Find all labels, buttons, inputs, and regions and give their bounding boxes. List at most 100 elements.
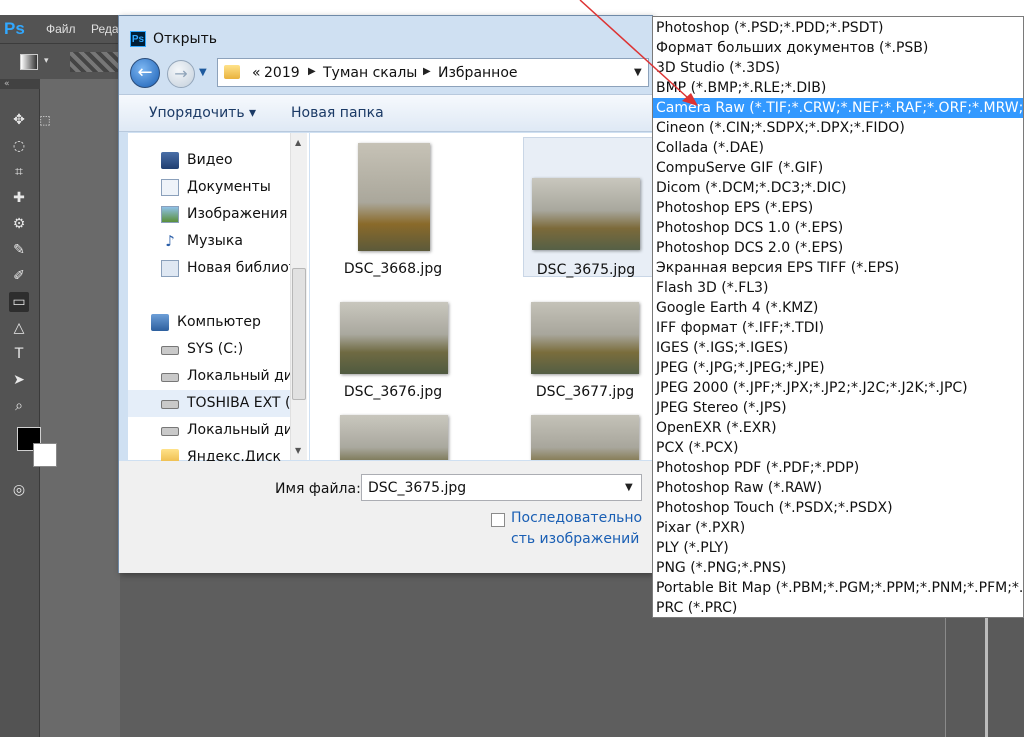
arrow-right-icon: → — [174, 64, 188, 83]
move-tool-icon[interactable]: ✥ — [9, 110, 29, 130]
file-thumbnail[interactable]: DSC_3668.jpg — [313, 137, 473, 277]
pictures-icon — [161, 206, 179, 223]
format-option[interactable]: Photoshop Raw (*.RAW) — [653, 478, 1023, 498]
format-option[interactable]: JPEG (*.JPG;*.JPEG;*.JPE) — [653, 358, 1023, 378]
format-option[interactable]: BMP (*.BMP;*.RLE;*.DIB) — [653, 78, 1023, 98]
computer-icon — [151, 314, 169, 331]
format-option[interactable]: Photoshop DCS 1.0 (*.EPS) — [653, 218, 1023, 238]
brush-tool-icon[interactable]: ✎ — [9, 240, 29, 260]
recent-locations-dropdown[interactable]: ▼ — [199, 67, 207, 78]
image-sequence-label[interactable]: сть изображений — [511, 531, 639, 547]
scroll-up-icon[interactable]: ▲ — [295, 138, 301, 147]
format-option[interactable]: Collada (*.DAE) — [653, 138, 1023, 158]
format-option[interactable]: JPEG 2000 (*.JPF;*.JPX;*.JP2;*.J2C;*.J2K… — [653, 378, 1023, 398]
ps-right-panel — [945, 618, 1024, 737]
format-option[interactable]: Cineon (*.CIN;*.SDPX;*.DPX;*.FIDO) — [653, 118, 1023, 138]
format-option[interactable]: PCX (*.PCX) — [653, 438, 1023, 458]
ps-toolbar: « ✥ ◌ ⌗ ✚ ⚙ ✎ ✐ ▭ △ T ➤ ⌕ ◎ ⬚ — [0, 79, 51, 737]
format-option[interactable]: CompuServe GIF (*.GIF) — [653, 158, 1023, 178]
format-option[interactable]: Photoshop (*.PSD;*.PDD;*.PSDT) — [653, 18, 1023, 38]
open-file-dialog: Ps Открыть ← → ▼ « 2019 ▶ Туман скалы ▶ … — [118, 15, 683, 573]
nav-item-documents[interactable]: Документы — [161, 176, 301, 200]
nav-item-new-library[interactable]: Новая библиот — [161, 257, 301, 281]
format-option[interactable]: PLY (*.PLY) — [653, 538, 1023, 558]
video-icon — [161, 152, 179, 169]
breadcrumb-tuman-skaly[interactable]: Туман скалы — [323, 65, 417, 81]
format-option[interactable]: Flash 3D (*.FL3) — [653, 278, 1023, 298]
nav-item-music[interactable]: ♪ Музыка — [161, 230, 301, 254]
address-bar[interactable]: « 2019 ▶ Туман скалы ▶ Избранное ▼ — [217, 58, 649, 87]
gradient-tool-icon[interactable]: ▭ — [9, 292, 29, 312]
format-option[interactable]: Google Earth 4 (*.KMZ) — [653, 298, 1023, 318]
zoom-tool-icon[interactable]: ⌕ — [9, 396, 29, 416]
gradient-swatch[interactable] — [70, 52, 118, 72]
format-option[interactable]: Dicom (*.DCM;*.DC3;*.DIC) — [653, 178, 1023, 198]
breadcrumb-izbrannoe[interactable]: Избранное — [438, 65, 518, 81]
format-option[interactable]: PRC (*.PRC) — [653, 598, 1023, 617]
marquee-tool-icon[interactable]: ⬚ — [35, 110, 55, 130]
menu-file[interactable]: Файл — [46, 22, 76, 36]
format-option[interactable]: IGES (*.IGS;*.IGES) — [653, 338, 1023, 358]
background-color-swatch[interactable] — [33, 443, 57, 467]
format-option[interactable]: Photoshop EPS (*.EPS) — [653, 198, 1023, 218]
healing-brush-icon[interactable]: ✚ — [9, 188, 29, 208]
format-option[interactable]: 3D Studio (*.3DS) — [653, 58, 1023, 78]
format-option-selected[interactable]: Camera Raw (*.TIF;*.CRW;*.NEF;*.RAF;*.OR… — [653, 98, 1023, 118]
nav-item-drive-local-1[interactable]: Локальный дис — [161, 365, 301, 389]
format-option[interactable]: Photoshop Touch (*.PSDX;*.PSDX) — [653, 498, 1023, 518]
file-thumbnail[interactable]: DSC_3676.jpg — [313, 284, 473, 424]
breadcrumb-overflow[interactable]: « — [252, 65, 261, 81]
lasso-tool-icon[interactable]: ◌ — [9, 136, 29, 156]
chevron-down-icon[interactable]: ▼ — [634, 67, 642, 78]
new-folder-button[interactable]: Новая папка — [291, 105, 384, 121]
dialog-title: Открыть — [153, 31, 217, 47]
drive-icon — [161, 373, 179, 382]
format-option[interactable]: PNG (*.PNG;*.PNS) — [653, 558, 1023, 578]
menu-edit[interactable]: Реда — [91, 22, 119, 36]
format-option[interactable]: Pixar (*.PXR) — [653, 518, 1023, 538]
nav-item-video[interactable]: Видео — [161, 149, 301, 173]
library-icon — [161, 260, 179, 277]
clone-stamp-icon[interactable]: ⚙ — [9, 214, 29, 234]
history-brush-icon[interactable]: ✐ — [9, 266, 29, 286]
breadcrumb-separator-icon[interactable]: ▶ — [308, 66, 316, 77]
image-sequence-label[interactable]: Последовательно — [511, 510, 642, 526]
path-selection-icon[interactable]: ➤ — [9, 370, 29, 390]
format-option[interactable]: Photoshop PDF (*.PDF;*.PDP) — [653, 458, 1023, 478]
format-option[interactable]: Экранная версия EPS TIFF (*.EPS) — [653, 258, 1023, 278]
organize-button[interactable]: Упорядочить ▾ — [149, 105, 256, 121]
nav-item-drive-toshiba[interactable]: TOSHIBA EXT ( — [128, 390, 301, 417]
back-button[interactable]: ← — [130, 58, 160, 88]
format-option[interactable]: IFF формат (*.IFF;*.TDI) — [653, 318, 1023, 338]
nav-pane-scrollbar[interactable]: ▲ ▼ — [290, 133, 307, 460]
quick-mask-icon[interactable]: ◎ — [9, 480, 29, 500]
file-format-dropdown-list[interactable]: Photoshop (*.PSD;*.PDD;*.PSDT) Формат бол… — [652, 16, 1024, 618]
nav-item-pictures[interactable]: Изображения — [161, 203, 301, 227]
crop-tool-icon[interactable]: ⌗ — [9, 162, 29, 182]
format-option[interactable]: Photoshop DCS 2.0 (*.EPS) — [653, 238, 1023, 258]
forward-button[interactable]: → — [167, 60, 195, 88]
breadcrumb-separator-icon[interactable]: ▶ — [423, 66, 431, 77]
scrollbar-thumb[interactable] — [292, 268, 306, 400]
format-option[interactable]: JPEG Stereo (*.JPS) — [653, 398, 1023, 418]
breadcrumb-2019[interactable]: 2019 — [264, 65, 300, 81]
scroll-down-icon[interactable]: ▼ — [295, 446, 301, 455]
pen-tool-icon[interactable]: △ — [9, 318, 29, 338]
nav-item-drive-local-2[interactable]: Локальный дис — [161, 419, 301, 443]
file-thumbnail[interactable] — [313, 413, 473, 460]
filename-input[interactable] — [361, 474, 642, 501]
chevron-down-icon[interactable]: ▼ — [625, 482, 633, 493]
drive-icon — [161, 400, 179, 409]
format-option[interactable]: OpenEXR (*.EXR) — [653, 418, 1023, 438]
gradient-tool-preset-icon[interactable] — [20, 54, 38, 70]
format-option[interactable]: Portable Bit Map (*.PBM;*.PGM;*.PPM;*.PN… — [653, 578, 1023, 598]
toolbar-grip-icon[interactable]: « — [0, 79, 40, 89]
photo-thumbnail-image — [340, 415, 448, 460]
chevron-down-icon[interactable]: ▾ — [44, 56, 49, 66]
nav-item-drive-sys[interactable]: SYS (C:) — [161, 338, 301, 362]
image-sequence-checkbox[interactable] — [491, 513, 505, 527]
type-tool-icon[interactable]: T — [9, 344, 29, 364]
format-option[interactable]: Формат больших документов (*.PSB) — [653, 38, 1023, 58]
dialog-titlebar[interactable]: Ps Открыть — [119, 16, 652, 50]
nav-item-computer[interactable]: Компьютер — [151, 311, 301, 335]
